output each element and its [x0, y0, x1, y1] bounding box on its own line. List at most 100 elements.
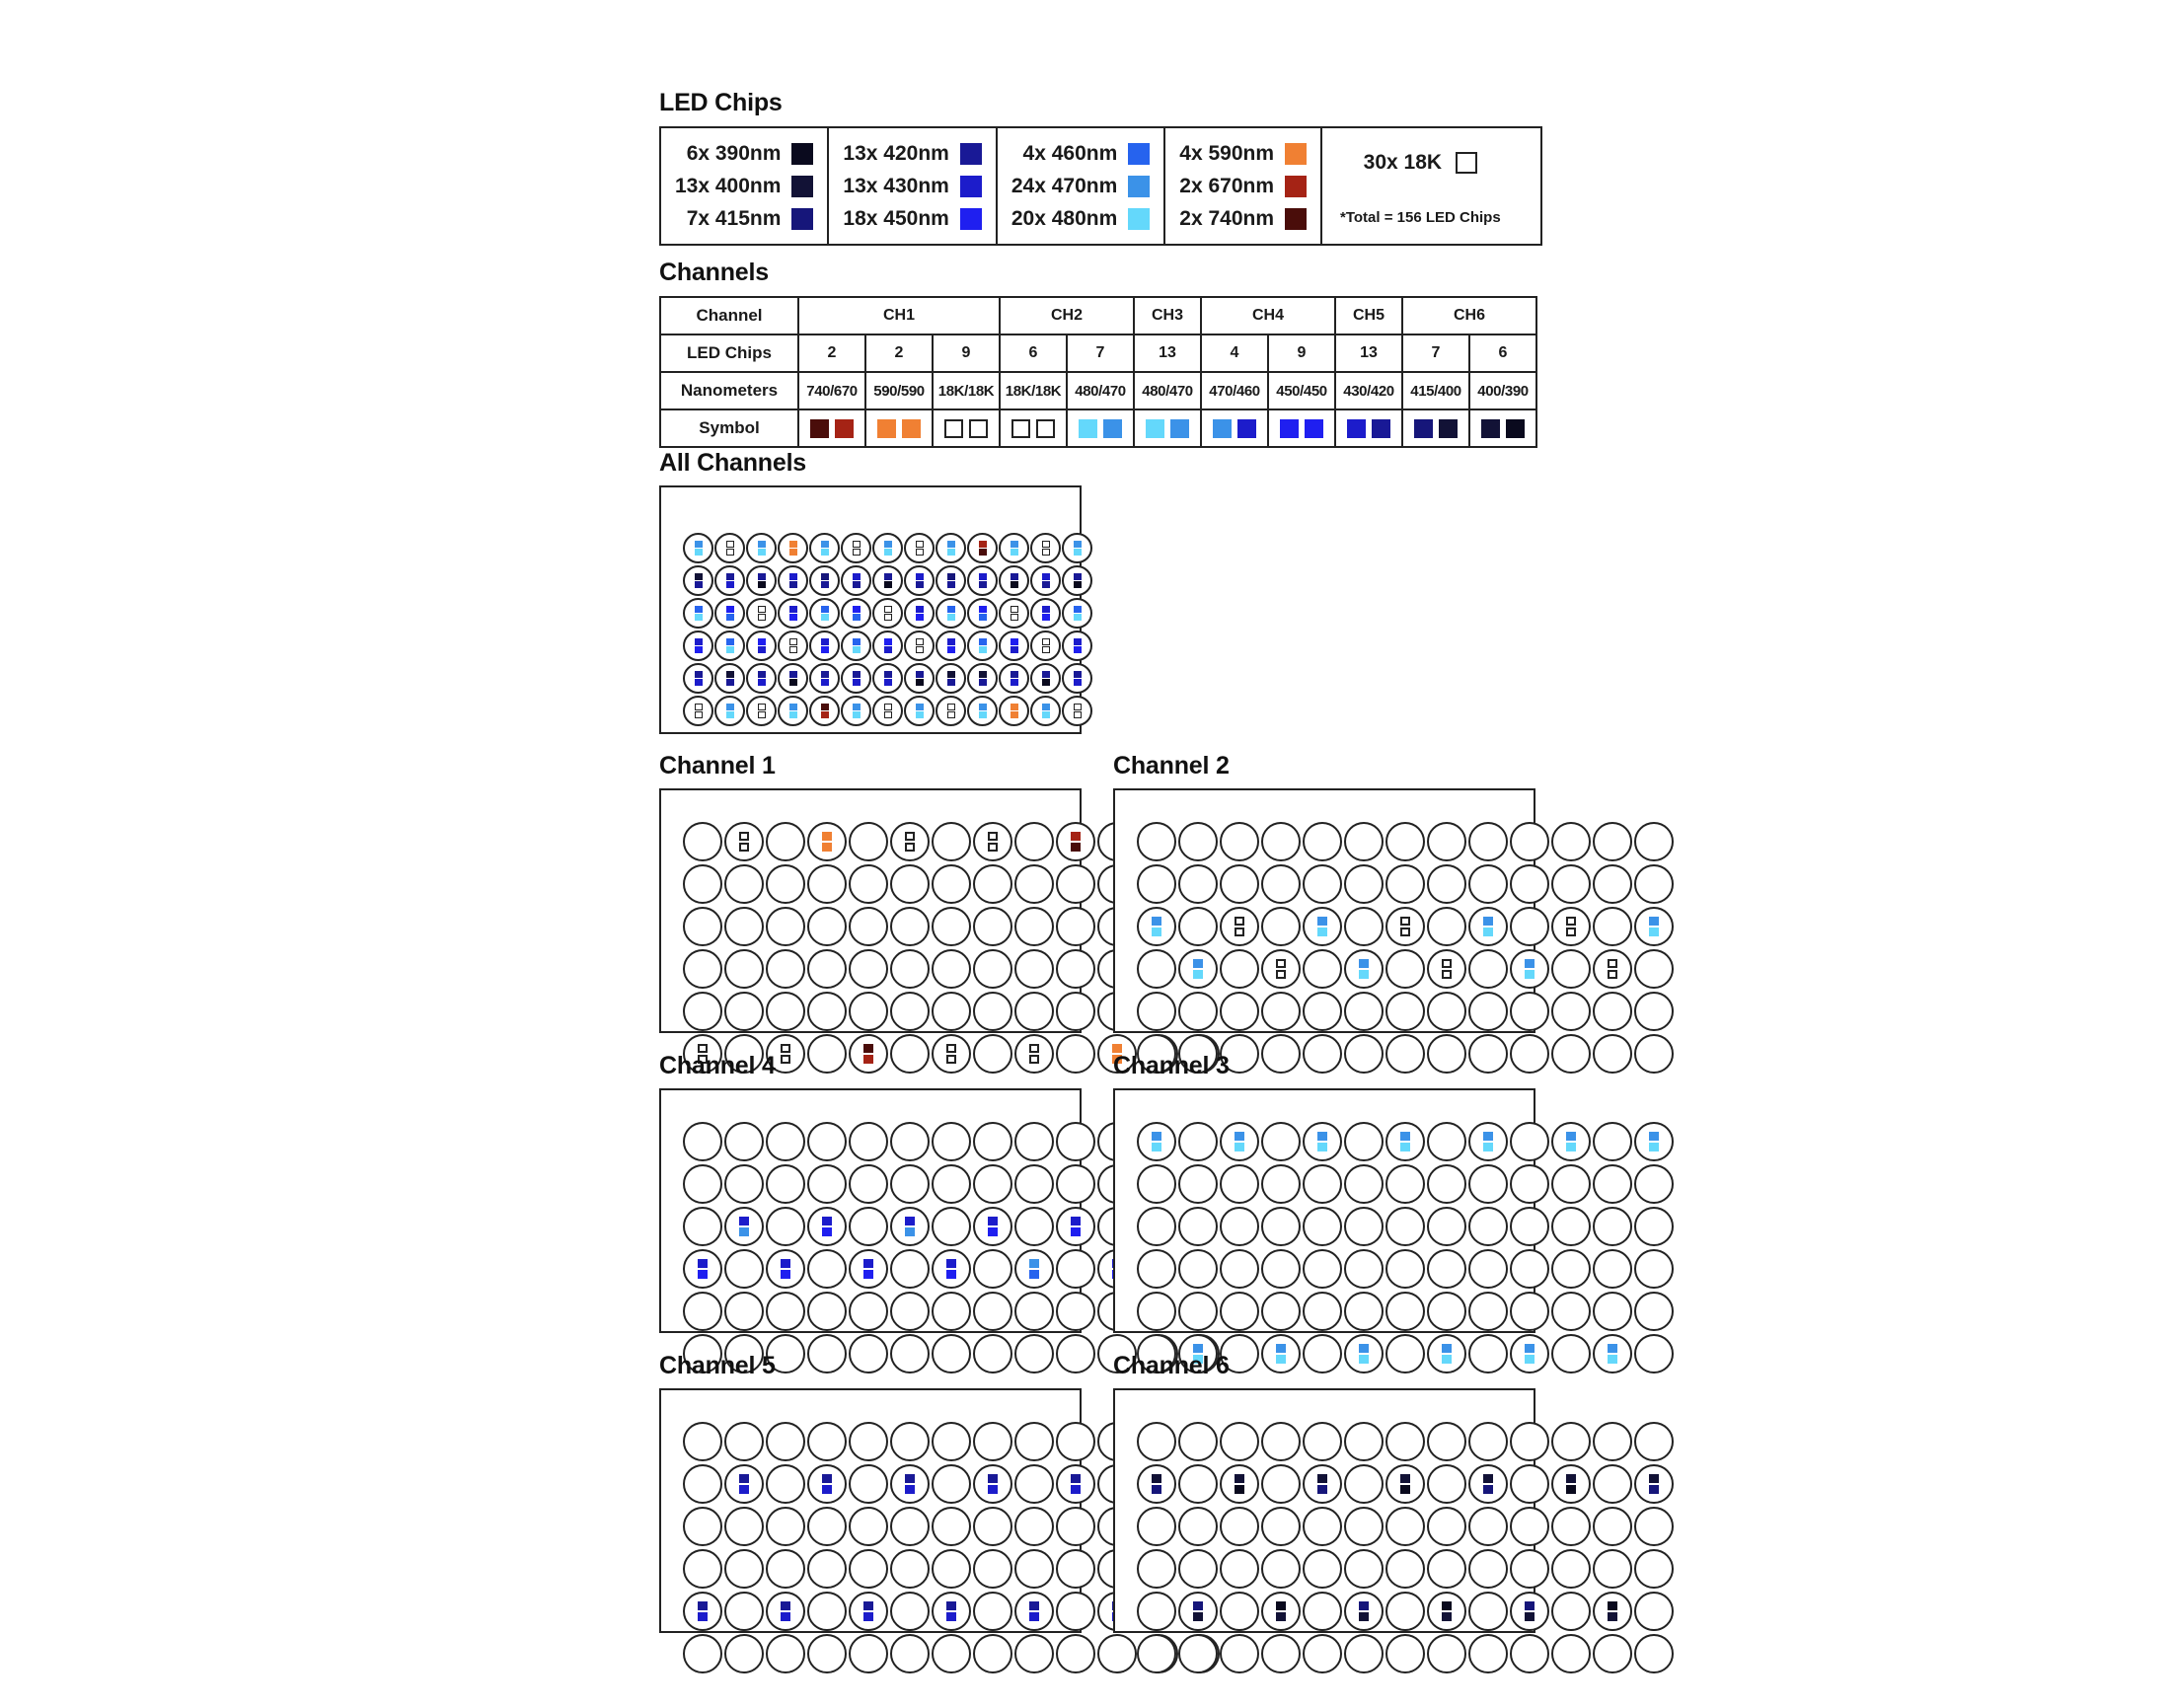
- led-well[interactable]: [683, 1634, 722, 1673]
- led-well[interactable]: [807, 907, 847, 946]
- led-well[interactable]: [809, 598, 840, 629]
- led-well[interactable]: [1014, 949, 1054, 989]
- led-well[interactable]: [807, 1422, 847, 1461]
- led-well[interactable]: [683, 992, 722, 1031]
- led-well[interactable]: [1137, 1292, 1176, 1331]
- led-well[interactable]: [1261, 822, 1301, 861]
- led-well[interactable]: [724, 1207, 764, 1246]
- led-well[interactable]: [1261, 1122, 1301, 1161]
- led-well[interactable]: [1220, 1207, 1259, 1246]
- led-well[interactable]: [1593, 1122, 1632, 1161]
- led-well[interactable]: [841, 598, 871, 629]
- led-well[interactable]: [1014, 907, 1054, 946]
- led-well[interactable]: [683, 1207, 722, 1246]
- led-well[interactable]: [967, 663, 998, 694]
- led-well[interactable]: [807, 1249, 847, 1289]
- led-well[interactable]: [1261, 1464, 1301, 1504]
- led-well[interactable]: [1261, 949, 1301, 989]
- led-well[interactable]: [1344, 949, 1384, 989]
- led-well[interactable]: [724, 949, 764, 989]
- led-well[interactable]: [1056, 992, 1095, 1031]
- led-well[interactable]: [1385, 1207, 1425, 1246]
- led-well[interactable]: [1634, 1549, 1674, 1589]
- led-well[interactable]: [1056, 1592, 1095, 1631]
- led-well[interactable]: [807, 949, 847, 989]
- led-well[interactable]: [1634, 822, 1674, 861]
- led-well[interactable]: [809, 696, 840, 726]
- led-well[interactable]: [1385, 1464, 1425, 1504]
- led-well[interactable]: [1303, 1122, 1342, 1161]
- led-well[interactable]: [1178, 1507, 1218, 1546]
- led-well[interactable]: [936, 533, 966, 563]
- led-well[interactable]: [766, 822, 805, 861]
- led-well[interactable]: [973, 1592, 1012, 1631]
- led-well[interactable]: [932, 864, 971, 904]
- led-well[interactable]: [849, 949, 888, 989]
- led-well[interactable]: [1385, 1292, 1425, 1331]
- led-well[interactable]: [766, 907, 805, 946]
- led-well[interactable]: [1427, 992, 1466, 1031]
- led-well[interactable]: [807, 864, 847, 904]
- led-well[interactable]: [1593, 1507, 1632, 1546]
- led-well[interactable]: [683, 907, 722, 946]
- led-well[interactable]: [1014, 1592, 1054, 1631]
- led-well[interactable]: [932, 1507, 971, 1546]
- led-well[interactable]: [683, 631, 713, 661]
- led-well[interactable]: [1178, 1292, 1218, 1331]
- led-well[interactable]: [1510, 1422, 1549, 1461]
- led-well[interactable]: [1468, 1292, 1508, 1331]
- led-well[interactable]: [1137, 864, 1176, 904]
- led-well[interactable]: [849, 1634, 888, 1673]
- led-well[interactable]: [999, 631, 1029, 661]
- led-well[interactable]: [1385, 1122, 1425, 1161]
- led-well[interactable]: [1468, 1207, 1508, 1246]
- led-well[interactable]: [778, 598, 808, 629]
- led-well[interactable]: [1014, 1464, 1054, 1504]
- led-well[interactable]: [1344, 907, 1384, 946]
- led-well[interactable]: [973, 1249, 1012, 1289]
- led-well[interactable]: [1303, 992, 1342, 1031]
- led-well[interactable]: [1427, 949, 1466, 989]
- led-well[interactable]: [766, 1507, 805, 1546]
- led-well[interactable]: [724, 1422, 764, 1461]
- led-well[interactable]: [683, 663, 713, 694]
- led-well[interactable]: [1056, 1292, 1095, 1331]
- led-well[interactable]: [1385, 1549, 1425, 1589]
- led-well[interactable]: [1551, 1592, 1591, 1631]
- led-well[interactable]: [1344, 1422, 1384, 1461]
- led-well[interactable]: [1593, 1334, 1632, 1374]
- led-well[interactable]: [1634, 1122, 1674, 1161]
- led-well[interactable]: [1303, 1634, 1342, 1673]
- led-well[interactable]: [1634, 1207, 1674, 1246]
- led-well[interactable]: [1014, 822, 1054, 861]
- led-well[interactable]: [1634, 1507, 1674, 1546]
- led-well[interactable]: [1593, 1464, 1632, 1504]
- led-well[interactable]: [1137, 1507, 1176, 1546]
- led-well[interactable]: [999, 533, 1029, 563]
- led-well[interactable]: [849, 1464, 888, 1504]
- led-well[interactable]: [766, 1207, 805, 1246]
- led-well[interactable]: [724, 822, 764, 861]
- led-well[interactable]: [849, 864, 888, 904]
- led-well[interactable]: [1593, 1164, 1632, 1204]
- led-well[interactable]: [1014, 1549, 1054, 1589]
- led-well[interactable]: [1030, 598, 1061, 629]
- led-well[interactable]: [1220, 949, 1259, 989]
- led-well[interactable]: [936, 663, 966, 694]
- led-well[interactable]: [766, 1164, 805, 1204]
- led-well[interactable]: [683, 1122, 722, 1161]
- led-well[interactable]: [1137, 1249, 1176, 1289]
- led-well[interactable]: [1468, 1549, 1508, 1589]
- led-well[interactable]: [1261, 1249, 1301, 1289]
- led-well[interactable]: [890, 1464, 930, 1504]
- led-well[interactable]: [1014, 992, 1054, 1031]
- led-well[interactable]: [973, 1507, 1012, 1546]
- led-well[interactable]: [1385, 1634, 1425, 1673]
- led-well[interactable]: [1344, 1292, 1384, 1331]
- led-well[interactable]: [724, 1634, 764, 1673]
- led-well[interactable]: [809, 663, 840, 694]
- led-well[interactable]: [872, 631, 903, 661]
- led-well[interactable]: [1468, 1592, 1508, 1631]
- led-well[interactable]: [1634, 1249, 1674, 1289]
- led-well[interactable]: [999, 598, 1029, 629]
